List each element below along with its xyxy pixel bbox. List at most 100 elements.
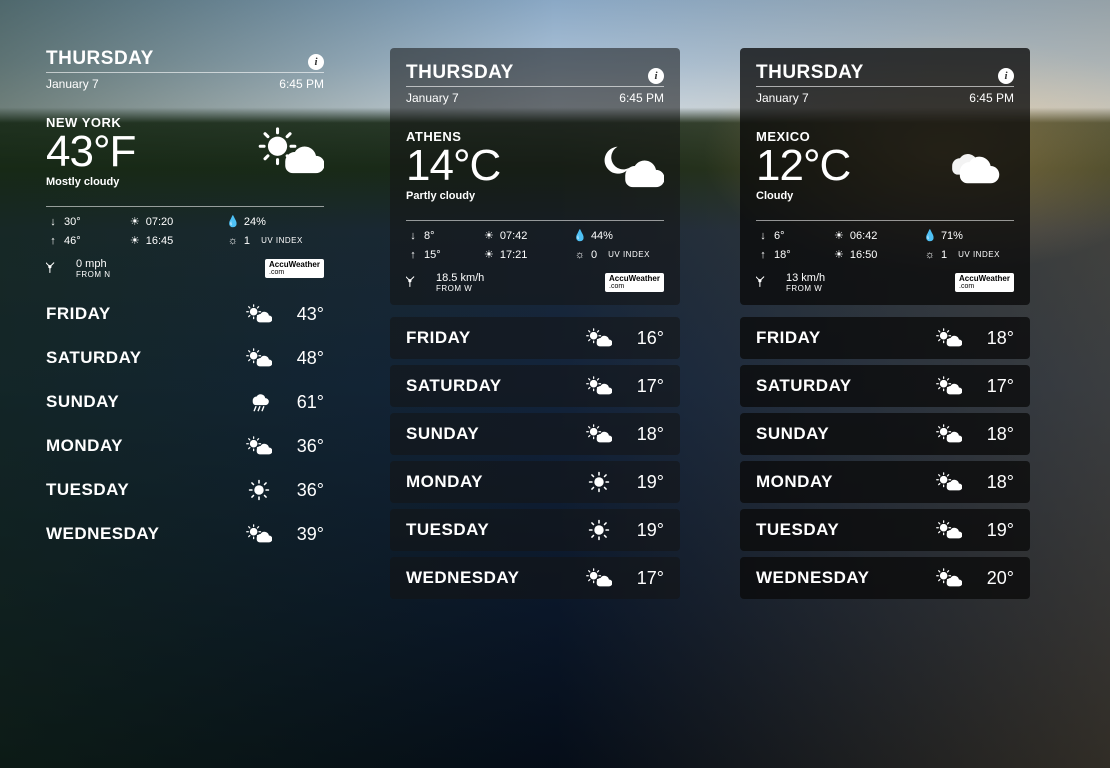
wind-icon (756, 271, 778, 293)
forecast-row[interactable]: MONDAY 36° (40, 429, 330, 463)
uv-index: ☼1 UV INDEX (923, 248, 1014, 261)
current-temperature: 43°F (46, 130, 135, 174)
forecast-temp: 19° (966, 520, 1014, 541)
forecast-icon (582, 471, 616, 493)
partly-cloudy-icon (936, 375, 962, 397)
forecast-temp: 17° (616, 568, 664, 589)
forecast-day: SATURDAY (46, 348, 242, 368)
partly-cloudy-icon (586, 375, 612, 397)
forecast-row[interactable]: TUESDAY 19° (740, 509, 1030, 551)
sunset: ☀17:21 (482, 248, 573, 261)
forecast-row[interactable]: MONDAY 19° (390, 461, 680, 503)
sunrise-icon: ☀ (482, 229, 496, 242)
forecast-icon (242, 391, 276, 413)
uv-icon: ☼ (573, 249, 587, 261)
forecast-row[interactable]: MONDAY 18° (740, 461, 1030, 503)
uv-index: ☼0 UV INDEX (573, 248, 664, 261)
partly-cloudy-icon (586, 423, 612, 445)
condition-text: Cloudy (756, 190, 850, 202)
forecast-icon (932, 327, 966, 349)
wind-row: 0 mph FROM N AccuWeather .com (46, 247, 324, 279)
forecast-row[interactable]: FRIDAY 16° (390, 317, 680, 359)
partly-cloudy-icon (258, 127, 324, 177)
current-time: 6:45 PM (279, 77, 324, 91)
forecast-temp: 61° (276, 392, 324, 413)
forecast-icon (932, 519, 966, 541)
forecast-day: WEDNESDAY (756, 568, 932, 588)
forecast-temp: 19° (616, 520, 664, 541)
forecast-day: TUESDAY (756, 520, 932, 540)
uv-index: ☼1 UV INDEX (226, 234, 324, 247)
current-day: THURSDAY (406, 62, 514, 84)
forecast-row[interactable]: SUNDAY 61° (40, 385, 330, 419)
humidity: 💧24% (226, 215, 324, 228)
widget-card: THURSDAY i January 7 6:45 PM NEW YORK 43… (40, 48, 330, 279)
accuweather-logo[interactable]: AccuWeather .com (605, 273, 664, 292)
forecast-icon (582, 567, 616, 589)
forecast-day: SATURDAY (406, 376, 582, 396)
forecast-row[interactable]: WEDNESDAY 39° (40, 517, 330, 551)
forecast-icon (932, 375, 966, 397)
sunset-icon: ☀ (482, 248, 496, 261)
accuweather-logo[interactable]: AccuWeather .com (265, 259, 324, 278)
header-row: THURSDAY i (406, 62, 664, 87)
forecast-row[interactable]: TUESDAY 19° (390, 509, 680, 551)
current-weather-icon (598, 141, 664, 191)
current-conditions: ATHENS 14°C Partly cloudy (406, 119, 664, 208)
uv-icon: ☼ (923, 249, 937, 261)
high-temp: ↑18° (756, 248, 832, 261)
forecast-temp: 17° (966, 376, 1014, 397)
forecast-temp: 17° (616, 376, 664, 397)
humidity: 💧44% (573, 229, 664, 242)
sunset: ☀16:50 (832, 248, 923, 261)
forecast-row[interactable]: SUNDAY 18° (740, 413, 1030, 455)
forecast-temp: 18° (966, 424, 1014, 445)
forecast-icon (582, 519, 616, 541)
forecast-row[interactable]: SATURDAY 17° (390, 365, 680, 407)
wind-icon (46, 257, 68, 279)
forecast-row[interactable]: WEDNESDAY 17° (390, 557, 680, 599)
forecast-row[interactable]: SATURDAY 48° (40, 341, 330, 375)
condition-text: Mostly cloudy (46, 176, 135, 188)
forecast-row[interactable]: FRIDAY 18° (740, 317, 1030, 359)
forecast-day: SUNDAY (46, 392, 242, 412)
current-date: January 7 (46, 77, 99, 91)
forecast-day: SUNDAY (756, 424, 932, 444)
date-time-row: January 7 6:45 PM (756, 87, 1014, 119)
info-button[interactable]: i (648, 68, 664, 84)
accuweather-logo[interactable]: AccuWeather .com (955, 273, 1014, 292)
forecast-temp: 36° (276, 436, 324, 457)
sunrise: ☀07:20 (128, 215, 226, 228)
sunrise: ☀07:42 (482, 229, 573, 242)
partly-cloudy-icon (246, 523, 272, 545)
current-conditions: NEW YORK 43°F Mostly cloudy (46, 105, 324, 194)
divider (756, 220, 1014, 221)
forecast-row[interactable]: WEDNESDAY 20° (740, 557, 1030, 599)
wind-speed: 0 mph (76, 258, 107, 270)
info-button[interactable]: i (998, 68, 1014, 84)
sunset-icon: ☀ (832, 248, 846, 261)
sunny-icon (246, 479, 272, 501)
forecast-day: TUESDAY (406, 520, 582, 540)
forecast-row[interactable]: FRIDAY 43° (40, 297, 330, 331)
wind-direction: W (464, 284, 472, 293)
forecast-icon (242, 523, 276, 545)
high-temp: ↑46° (46, 234, 128, 247)
sunrise-icon: ☀ (832, 229, 846, 242)
partly-cloudy-icon (246, 347, 272, 369)
widget-card: THURSDAY i January 7 6:45 PM MEXICO 12°C… (740, 48, 1030, 305)
info-button[interactable]: i (308, 54, 324, 70)
current-date: January 7 (756, 91, 809, 105)
widget-card: THURSDAY i January 7 6:45 PM ATHENS 14°C… (390, 48, 680, 305)
forecast-row[interactable]: TUESDAY 36° (40, 473, 330, 507)
sunny-icon (586, 519, 612, 541)
wind-speed: 18.5 km/h (436, 272, 484, 284)
weather-widget: THURSDAY i January 7 6:45 PM NEW YORK 43… (40, 48, 330, 599)
forecast-row[interactable]: SATURDAY 17° (740, 365, 1030, 407)
details-grid: ↓8° ☀07:42 💧44% ↑15° ☀17:21 ☼0 UV INDEX (406, 229, 664, 261)
forecast-icon (932, 423, 966, 445)
sunset-icon: ☀ (128, 234, 142, 247)
forecast-row[interactable]: SUNDAY 18° (390, 413, 680, 455)
partly-cloudy-icon (246, 303, 272, 325)
forecast-temp: 18° (966, 472, 1014, 493)
